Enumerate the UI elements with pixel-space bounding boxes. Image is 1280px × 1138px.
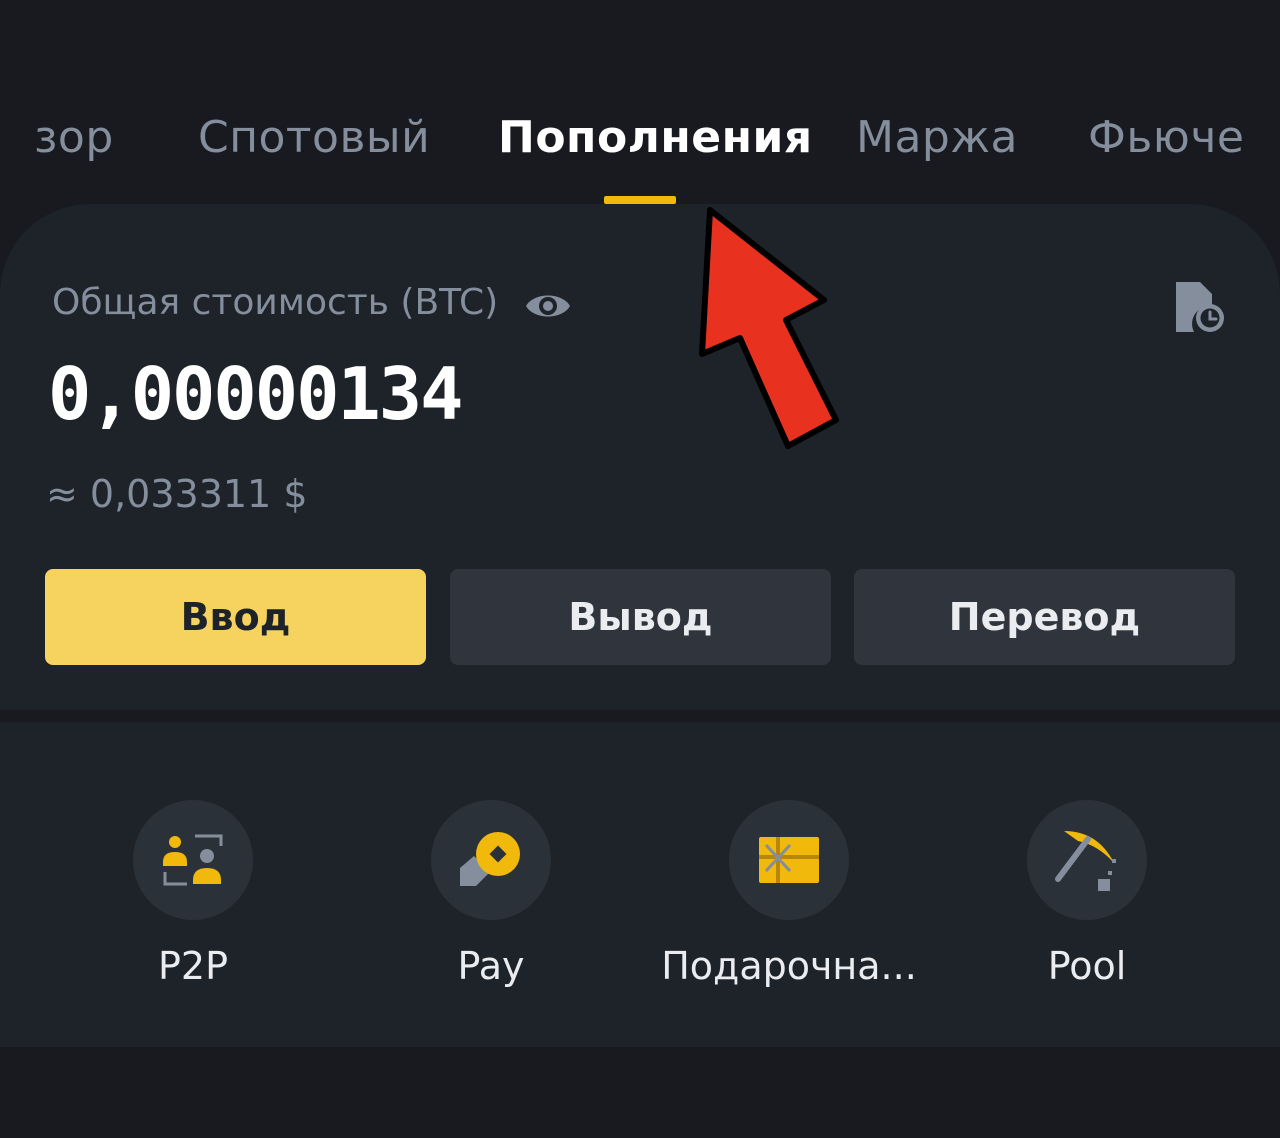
withdraw-button[interactable]: Вывод (450, 569, 831, 665)
shortcut-label: Pool (1047, 944, 1127, 988)
eye-icon[interactable] (524, 286, 572, 326)
shortcut-pay[interactable]: Pay (371, 800, 611, 988)
annotation-arrow-icon (699, 207, 839, 449)
shortcut-label: P2P (157, 944, 228, 988)
tab-futures[interactable]: Фьюче (1088, 112, 1244, 163)
tab-margin[interactable]: Маржа (856, 112, 1018, 163)
p2p-icon (133, 800, 253, 920)
tab-spot[interactable]: Спотовый (198, 112, 430, 163)
shortcut-p2p[interactable]: P2P (73, 800, 313, 988)
tab-overview[interactable]: зор (34, 112, 114, 163)
account-tabs: зор Спотовый Пополнения Маржа Фьюче (0, 0, 1280, 205)
pool-pickaxe-icon (1027, 800, 1147, 920)
shortcut-label: Pay (457, 944, 525, 988)
history-icon[interactable] (1172, 278, 1228, 336)
transfer-button[interactable]: Перевод (854, 569, 1235, 665)
shortcut-pool[interactable]: Pool (967, 800, 1207, 988)
tab-funding[interactable]: Пополнения (498, 112, 813, 163)
deposit-button[interactable]: Ввод (45, 569, 426, 665)
shortcut-gift-card[interactable]: Подарочна... (661, 800, 917, 988)
usd-equivalent-value: ≈ 0,033311 $ (46, 472, 308, 516)
btc-total-value: 0,00000134 (48, 352, 463, 436)
shortcut-label: Подарочна... (661, 944, 917, 988)
pay-icon (431, 800, 551, 920)
total-value-label: Общая стоимость (BTC) (52, 282, 499, 323)
active-tab-indicator (604, 196, 676, 204)
gift-card-icon (729, 800, 849, 920)
